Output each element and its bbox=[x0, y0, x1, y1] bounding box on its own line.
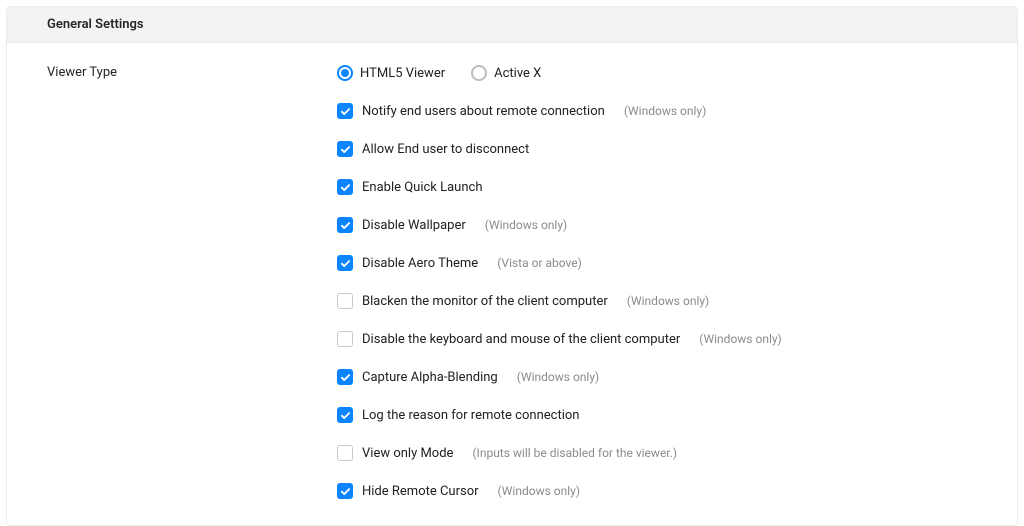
checkbox-label: Notify end users about remote connection bbox=[362, 104, 605, 119]
check-icon bbox=[340, 258, 351, 269]
check-icon bbox=[340, 144, 351, 155]
checkbox-icon bbox=[337, 445, 353, 461]
checkbox-label: Capture Alpha-Blending bbox=[362, 370, 498, 385]
check-icon bbox=[340, 106, 351, 117]
checkbox-icon bbox=[337, 255, 353, 271]
checkbox-note: (Windows only) bbox=[498, 484, 580, 498]
checkbox-note: (Windows only) bbox=[627, 294, 709, 308]
checkbox-disable-keyboard-mouse[interactable]: Disable the keyboard and mouse of the cl… bbox=[337, 331, 977, 347]
checkbox-label: Disable Wallpaper bbox=[362, 218, 466, 233]
checkbox-note: (Inputs will be disabled for the viewer.… bbox=[472, 446, 677, 460]
checkbox-capture-alpha-blending[interactable]: Capture Alpha-Blending (Windows only) bbox=[337, 369, 977, 385]
checkbox-note: (Windows only) bbox=[485, 218, 567, 232]
checkbox-icon bbox=[337, 217, 353, 233]
check-icon bbox=[340, 486, 351, 497]
radio-label: HTML5 Viewer bbox=[360, 66, 445, 81]
checkbox-icon bbox=[337, 293, 353, 309]
checkbox-view-only-mode[interactable]: View only Mode (Inputs will be disabled … bbox=[337, 445, 977, 461]
radio-icon bbox=[337, 65, 353, 81]
checkbox-label: Allow End user to disconnect bbox=[362, 142, 529, 157]
checkbox-allow-disconnect[interactable]: Allow End user to disconnect bbox=[337, 141, 977, 157]
radio-icon bbox=[471, 65, 487, 81]
checkbox-note: (Windows only) bbox=[517, 370, 599, 384]
radio-html5-viewer[interactable]: HTML5 Viewer bbox=[337, 65, 445, 81]
checkbox-icon bbox=[337, 483, 353, 499]
checkbox-label: Enable Quick Launch bbox=[362, 180, 483, 195]
checkbox-icon bbox=[337, 141, 353, 157]
checkbox-log-reason[interactable]: Log the reason for remote connection bbox=[337, 407, 977, 423]
panel-title: General Settings bbox=[7, 7, 1017, 43]
check-icon bbox=[340, 372, 351, 383]
checkbox-label: Hide Remote Cursor bbox=[362, 484, 479, 499]
check-icon bbox=[340, 220, 351, 231]
checkbox-note: (Windows only) bbox=[624, 104, 706, 118]
checkbox-icon bbox=[337, 179, 353, 195]
checkbox-icon bbox=[337, 407, 353, 423]
checkbox-notify-end-users[interactable]: Notify end users about remote connection… bbox=[337, 103, 977, 119]
check-icon bbox=[340, 410, 351, 421]
panel-body: Viewer Type HTML5 Viewer Active X bbox=[7, 43, 1017, 525]
checkbox-label: Disable the keyboard and mouse of the cl… bbox=[362, 332, 680, 347]
checkbox-blacken-monitor[interactable]: Blacken the monitor of the client comput… bbox=[337, 293, 977, 309]
checkbox-disable-aero-theme[interactable]: Disable Aero Theme (Vista or above) bbox=[337, 255, 977, 271]
checkbox-hide-remote-cursor[interactable]: Hide Remote Cursor (Windows only) bbox=[337, 483, 977, 499]
radio-active-x[interactable]: Active X bbox=[471, 65, 541, 81]
checkbox-icon bbox=[337, 331, 353, 347]
checkbox-enable-quick-launch[interactable]: Enable Quick Launch bbox=[337, 179, 977, 195]
viewer-type-group: HTML5 Viewer Active X bbox=[337, 65, 977, 81]
checkbox-icon bbox=[337, 369, 353, 385]
checkbox-icon bbox=[337, 103, 353, 119]
check-icon bbox=[340, 182, 351, 193]
general-settings-panel: General Settings Viewer Type HTML5 Viewe… bbox=[6, 6, 1018, 526]
checkbox-disable-wallpaper[interactable]: Disable Wallpaper (Windows only) bbox=[337, 217, 977, 233]
checkbox-label: Disable Aero Theme bbox=[362, 256, 478, 271]
radio-label: Active X bbox=[494, 66, 541, 81]
checkbox-label: Log the reason for remote connection bbox=[362, 408, 579, 423]
viewer-type-label: Viewer Type bbox=[47, 65, 337, 80]
checkbox-label: Blacken the monitor of the client comput… bbox=[362, 294, 608, 309]
checkbox-note: (Windows only) bbox=[699, 332, 781, 346]
checkbox-label: View only Mode bbox=[362, 446, 453, 461]
checkbox-list: Notify end users about remote connection… bbox=[337, 103, 977, 499]
checkbox-note: (Vista or above) bbox=[497, 256, 582, 270]
